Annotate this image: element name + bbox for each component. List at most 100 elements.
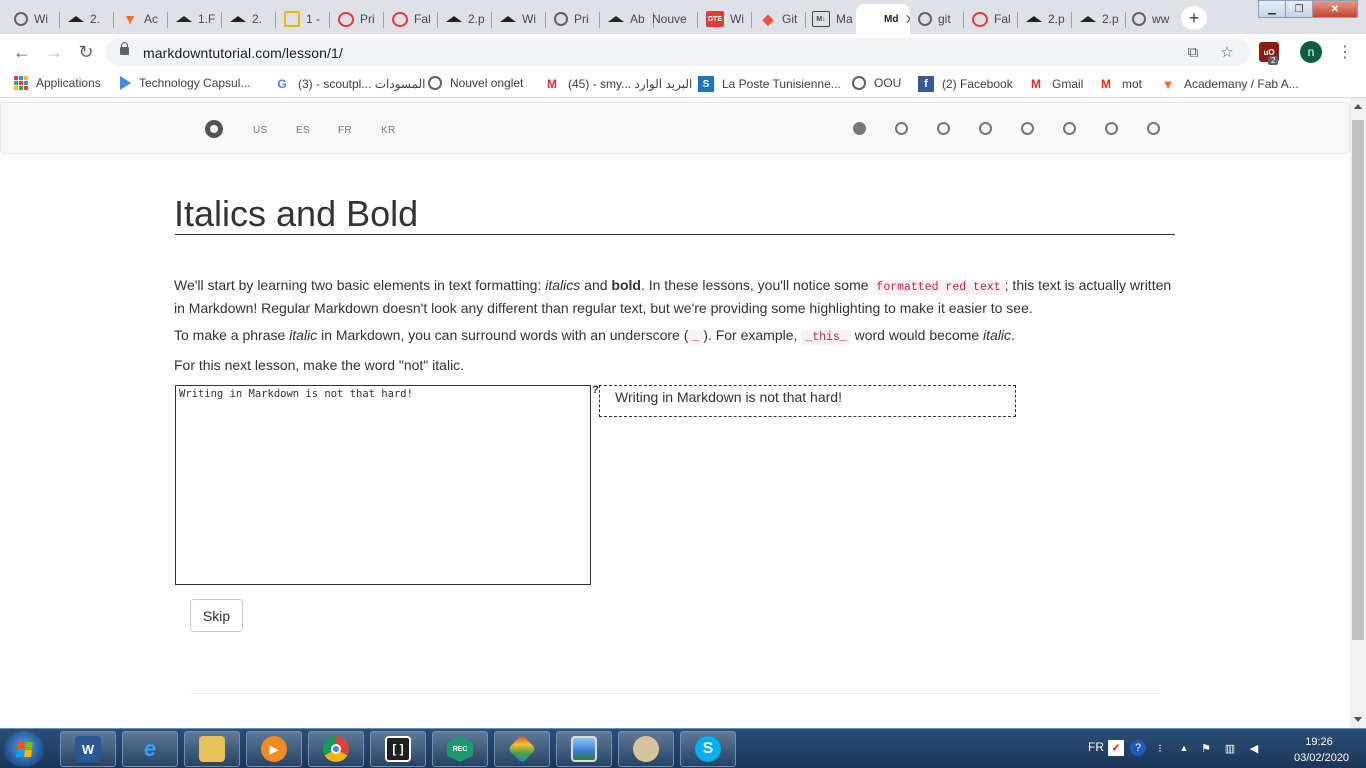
close-window-button[interactable]: ✕ <box>1312 0 1358 18</box>
help-tray-icon[interactable]: ? <box>1130 740 1146 756</box>
tab-8[interactable]: 2.p <box>440 4 492 34</box>
lang-fr-link[interactable]: FR <box>338 125 352 136</box>
taskbar-word[interactable]: W <box>60 731 116 767</box>
chrome-icon <box>323 736 349 762</box>
bookmark-oou[interactable]: OOU <box>852 76 901 90</box>
new-tab-button[interactable]: + <box>1181 6 1207 30</box>
bookmark-nouvel-onglet[interactable]: Nouvel onglet <box>428 76 523 90</box>
taskbar-brackets[interactable]: [ ] <box>370 731 426 767</box>
maximize-button[interactable]: ❐ <box>1285 0 1313 18</box>
gitlab-icon: ▼ <box>1161 76 1175 92</box>
taskbar-paint[interactable] <box>494 731 550 767</box>
lesson-dot-4[interactable] <box>979 122 992 135</box>
taskbar-media-player[interactable]: ▶ <box>246 731 302 767</box>
page-title: Italics and Bold <box>174 193 419 234</box>
tray-settings-icon[interactable]: ⁝ <box>1152 740 1168 756</box>
vertical-scrollbar[interactable] <box>1350 98 1366 728</box>
lang-kr-link[interactable]: KR <box>381 125 396 136</box>
profile-avatar[interactable]: n <box>1300 41 1322 63</box>
tab-18[interactable]: Fal <box>966 4 1018 34</box>
lesson-dot-1[interactable] <box>853 122 866 135</box>
network-tray-icon[interactable]: ▥ <box>1222 740 1238 756</box>
tab-15[interactable]: M↓ Ma <box>806 4 858 34</box>
language-indicator[interactable]: FR <box>1088 740 1104 754</box>
globe-icon <box>918 12 932 26</box>
bookmark-applications[interactable]: Applications <box>14 76 101 90</box>
taskbar-internet-explorer[interactable]: e <box>122 731 178 767</box>
tab-14[interactable]: ◆ Git <box>754 4 806 34</box>
bookmark-label: (2) Facebook <box>942 77 1013 91</box>
pdf-tray-icon[interactable]: ✓ <box>1108 740 1124 756</box>
github-icon[interactable] <box>205 120 223 138</box>
tab-5[interactable]: 1 - <box>278 4 330 34</box>
url-text[interactable]: markdowntutorial.com/lesson/1/ <box>143 45 343 61</box>
bookmark-smy-inbox[interactable]: M (45) - smy... البريد الوارد <box>544 76 692 92</box>
taskbar-paint-artist[interactable] <box>618 731 674 767</box>
taskbar-skype[interactable]: S <box>680 731 736 767</box>
tab-12[interactable]: Nouve <box>646 4 698 34</box>
extension-badge: 2 <box>1268 56 1279 65</box>
gitlab-icon: ▼ <box>123 11 137 27</box>
reload-icon: ↻ <box>78 41 94 62</box>
lesson-dot-7[interactable] <box>1105 122 1118 135</box>
tab-label: Fal <box>414 12 431 26</box>
skip-button[interactable]: Skip <box>190 599 243 632</box>
tab-0[interactable]: Wi <box>8 4 60 34</box>
lesson-dot-3[interactable] <box>937 122 950 135</box>
start-button[interactable] <box>4 731 44 767</box>
tab-10[interactable]: Pri <box>548 4 600 34</box>
menu-dots-icon[interactable]: ⋮ <box>1337 42 1353 62</box>
bookmark-mot[interactable]: Mmot <box>1098 76 1142 92</box>
graduation-cap-icon <box>500 11 516 27</box>
scrollbar-thumb[interactable] <box>1352 120 1364 640</box>
lesson-dot-2[interactable] <box>895 122 908 135</box>
flag-tray-icon[interactable]: ⚑ <box>1198 740 1214 756</box>
lesson-dot-6[interactable] <box>1063 122 1076 135</box>
system-clock[interactable]: 19:26 03/02/2020 <box>1294 734 1349 766</box>
lang-us-link[interactable]: US <box>253 125 268 136</box>
taskbar-scratch[interactable]: REC <box>432 731 488 767</box>
scroll-down-arrow-icon[interactable] <box>1354 717 1362 722</box>
bookmark-star-icon[interactable]: ☆ <box>1218 43 1236 61</box>
bookmark-label: Technology Capsul... <box>139 76 251 90</box>
bookmark-scoutpl[interactable]: G (3) - scoutpl... المسودات <box>274 76 425 92</box>
tab-6[interactable]: Pri <box>332 4 384 34</box>
markdown-editor-textarea[interactable] <box>175 385 591 585</box>
tab-label: Ma <box>836 12 853 26</box>
minimize-button[interactable]: ▁ <box>1258 0 1286 18</box>
lang-es-link[interactable]: ES <box>296 125 310 136</box>
tab-4[interactable]: 2. <box>224 4 276 34</box>
bookmark-facebook[interactable]: f (2) Facebook <box>918 76 1013 92</box>
tab-21[interactable]: ww <box>1126 4 1176 34</box>
tab-3[interactable]: 1.F <box>170 4 222 34</box>
forward-button[interactable]: → <box>42 40 66 64</box>
show-hidden-icons-arrow-icon[interactable]: ▲ <box>1176 740 1192 756</box>
bookmark-academany[interactable]: ▼ Academany / Fab A... <box>1160 76 1299 92</box>
address-bar[interactable]: markdowntutorial.com/lesson/1/ ⧉ ☆ <box>106 38 1250 66</box>
tab-1[interactable]: 2. <box>62 4 114 34</box>
translate-icon[interactable]: ⧉ <box>1184 43 1202 61</box>
fablab-icon <box>972 11 988 27</box>
lesson-dot-5[interactable] <box>1021 122 1034 135</box>
bookmark-gmail[interactable]: M Gmail <box>1028 76 1083 92</box>
tab-16-active[interactable]: Md ✕ <box>856 4 910 34</box>
taskbar-file-explorer[interactable] <box>184 731 240 767</box>
bookmark-technology-capsul[interactable]: Technology Capsul... <box>120 76 250 90</box>
bookmark-la-poste[interactable]: S La Poste Tunisienne... <box>698 76 841 92</box>
lesson-dot-8[interactable] <box>1147 122 1160 135</box>
tab-20[interactable]: 2.p <box>1074 4 1126 34</box>
help-question-icon[interactable]: ? <box>592 384 599 396</box>
taskbar-chrome[interactable] <box>308 731 364 767</box>
close-tab-icon[interactable]: ✕ <box>904 11 910 28</box>
tab-19[interactable]: 2.p <box>1020 4 1072 34</box>
scroll-up-arrow-icon[interactable] <box>1354 104 1362 109</box>
reload-button[interactable]: ↻ <box>74 40 98 64</box>
tab-13[interactable]: DTE Wi <box>700 4 752 34</box>
tab-9[interactable]: Wi <box>494 4 546 34</box>
tab-2[interactable]: ▼ Ac <box>116 4 168 34</box>
tab-17[interactable]: git <box>912 4 964 34</box>
back-button[interactable]: ← <box>10 40 34 64</box>
speaker-tray-icon[interactable]: ◀ <box>1246 740 1262 756</box>
tab-7[interactable]: Fal <box>386 4 438 34</box>
taskbar-photo-viewer[interactable] <box>556 731 612 767</box>
